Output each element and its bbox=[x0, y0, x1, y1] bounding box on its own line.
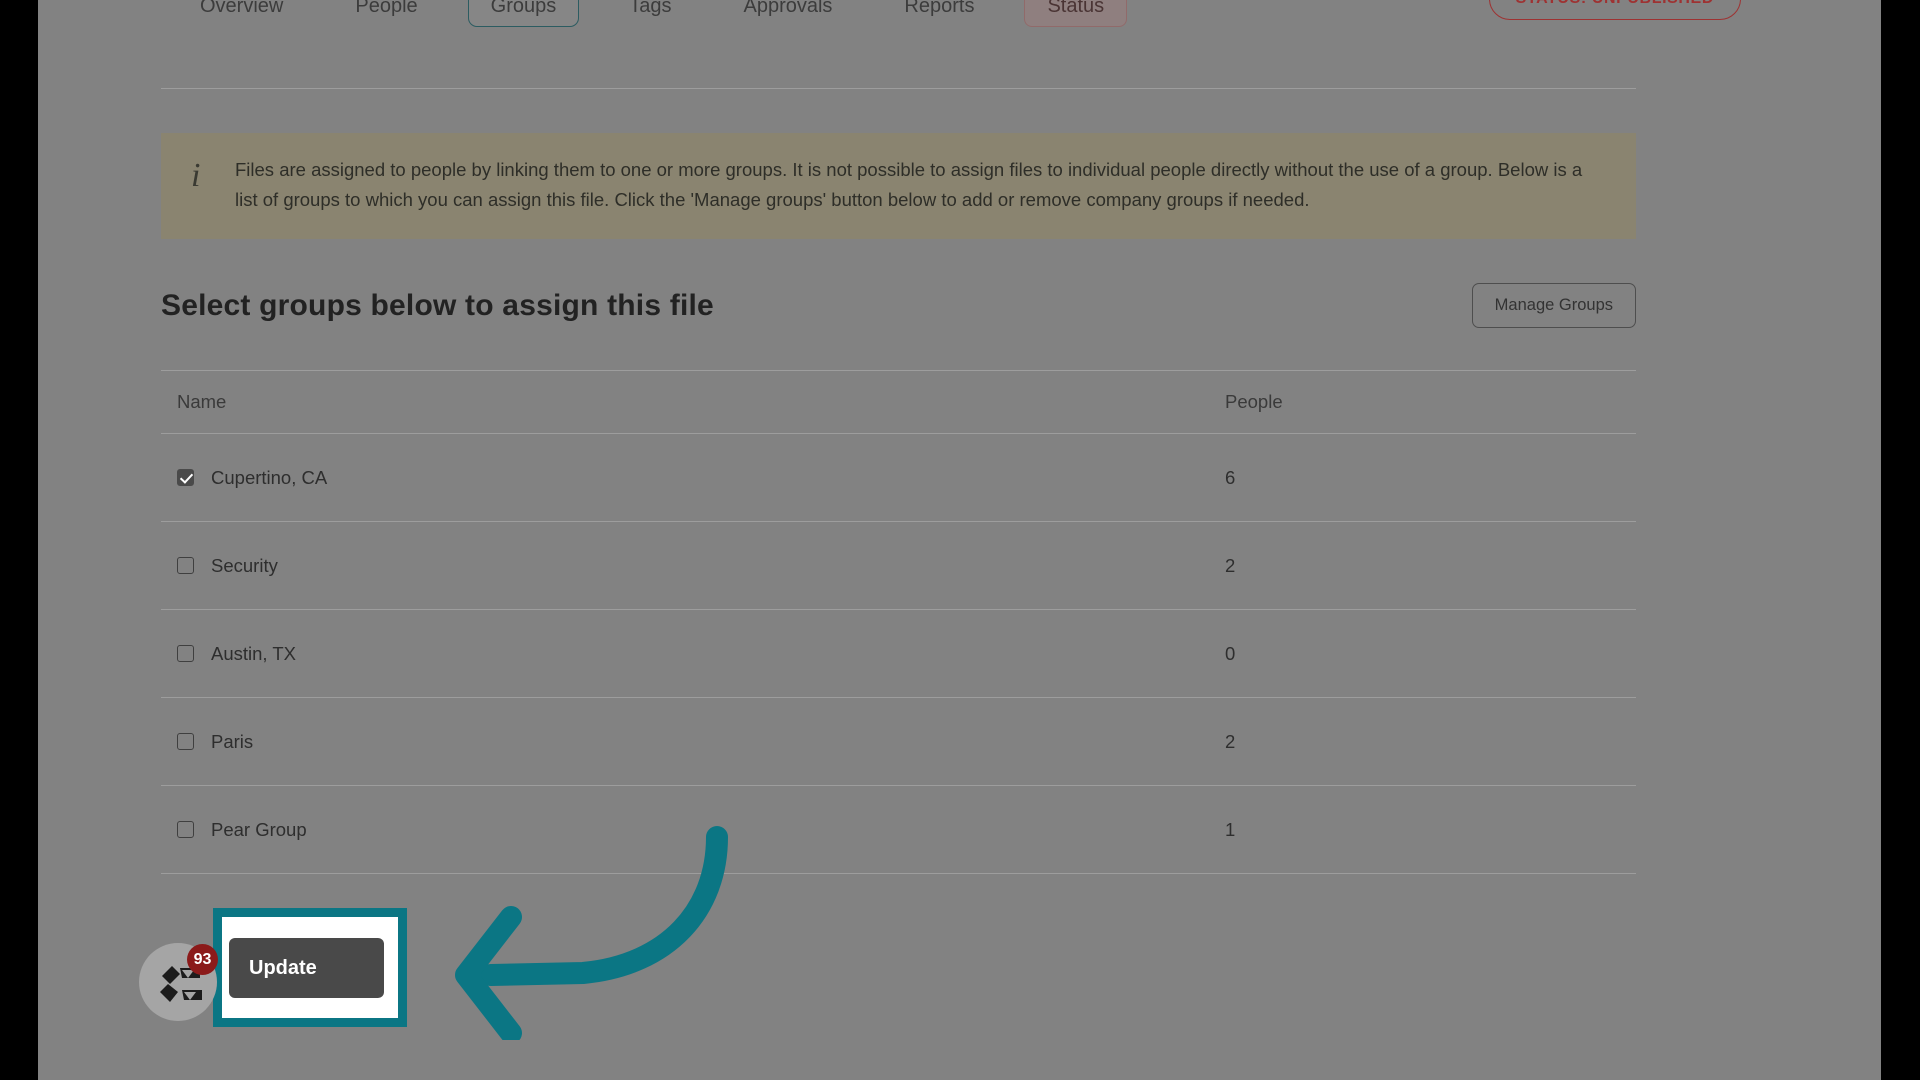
status-badge: STATUS: UNPUBLISHED bbox=[1488, 0, 1741, 20]
help-widget-launcher[interactable]: 93 bbox=[139, 943, 218, 1021]
tab-status[interactable]: Status bbox=[1024, 0, 1128, 27]
info-banner: i Files are assigned to people by linkin… bbox=[161, 133, 1636, 239]
group-people-count: 2 bbox=[1225, 730, 1236, 752]
section-header: Select groups below to assign this file … bbox=[161, 283, 1636, 328]
screenshot-root: Overview People Groups Tags Approvals Re… bbox=[0, 0, 1920, 1080]
page-title: Select groups below to assign this file bbox=[161, 288, 714, 322]
table-row[interactable]: Cupertino, CA 6 bbox=[161, 434, 1636, 522]
tab-overview[interactable]: Overview bbox=[178, 0, 305, 26]
info-icon: i bbox=[191, 157, 201, 194]
table-header-row: Name People bbox=[161, 370, 1636, 434]
group-checkbox-paris[interactable] bbox=[177, 733, 194, 750]
tab-approvals[interactable]: Approvals bbox=[721, 0, 854, 26]
update-button[interactable]: Update bbox=[229, 938, 384, 998]
group-name-cell: Pear Group bbox=[161, 819, 1201, 841]
table-row[interactable]: Pear Group 1 bbox=[161, 786, 1636, 874]
group-checkbox-security[interactable] bbox=[177, 557, 194, 574]
info-banner-text: Files are assigned to people by linking … bbox=[235, 159, 1583, 210]
group-checkbox-austin-tx[interactable] bbox=[177, 645, 194, 662]
tab-tags[interactable]: Tags bbox=[607, 0, 693, 26]
notification-badge: 93 bbox=[187, 944, 218, 975]
group-name-label: Austin, TX bbox=[211, 642, 297, 664]
group-name-label: Cupertino, CA bbox=[211, 466, 328, 488]
column-header-name: Name bbox=[177, 391, 227, 412]
table-row[interactable]: Austin, TX 0 bbox=[161, 610, 1636, 698]
group-checkbox-cupertino-ca[interactable] bbox=[177, 469, 194, 486]
tab-groups[interactable]: Groups bbox=[467, 0, 580, 27]
group-checkbox-pear-group[interactable] bbox=[177, 821, 194, 838]
group-people-count: 1 bbox=[1225, 818, 1236, 840]
manage-groups-button[interactable]: Manage Groups bbox=[1471, 283, 1636, 328]
table-row[interactable]: Security 2 bbox=[161, 522, 1636, 610]
groups-table: Name People Cupertino, CA 6 Security 2 A… bbox=[161, 370, 1636, 874]
group-name-cell: Cupertino, CA bbox=[161, 467, 1201, 489]
group-people-count: 6 bbox=[1225, 466, 1236, 488]
table-row[interactable]: Paris 2 bbox=[161, 698, 1636, 786]
group-name-label: Paris bbox=[211, 730, 254, 752]
group-people-count: 0 bbox=[1225, 642, 1236, 664]
group-name-label: Security bbox=[211, 554, 278, 576]
column-header-people: People bbox=[1225, 391, 1283, 412]
group-name-label: Pear Group bbox=[211, 818, 307, 840]
tab-reports[interactable]: Reports bbox=[882, 0, 996, 26]
header-divider bbox=[161, 88, 1636, 89]
group-name-cell: Security bbox=[161, 555, 1201, 577]
group-name-cell: Austin, TX bbox=[161, 643, 1201, 665]
group-name-cell: Paris bbox=[161, 731, 1201, 753]
group-people-count: 2 bbox=[1225, 554, 1236, 576]
page-overlay: Overview People Groups Tags Approvals Re… bbox=[38, 0, 1881, 1080]
tab-people[interactable]: People bbox=[333, 0, 439, 26]
